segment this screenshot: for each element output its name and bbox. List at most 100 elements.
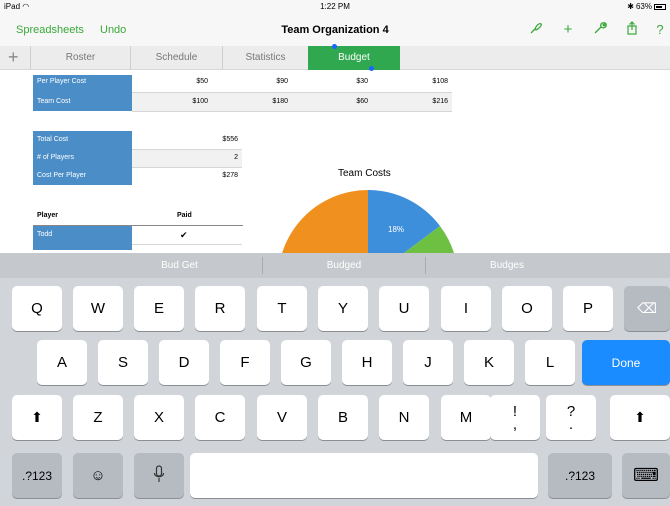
key-i[interactable]: I xyxy=(441,286,491,331)
key-l[interactable]: L xyxy=(525,340,575,385)
status-time: 1:22 PM xyxy=(320,2,350,11)
key-f[interactable]: F xyxy=(220,340,270,385)
predictive-bar: Bud Get Budged Budges xyxy=(0,253,670,278)
row-divider xyxy=(132,111,452,112)
space-key[interactable] xyxy=(190,453,538,498)
summary-value[interactable]: $278 xyxy=(132,172,242,179)
shift-key-left[interactable]: ⬆ xyxy=(12,395,62,440)
suggestion-item[interactable]: Bud Get xyxy=(97,253,262,278)
table-cell[interactable]: $30 xyxy=(292,78,372,85)
key-t[interactable]: T xyxy=(257,286,307,331)
add-sheet-icon[interactable]: + xyxy=(8,47,19,68)
key-secondary-glyph: , xyxy=(512,415,518,433)
key-secondary-glyph: . xyxy=(568,415,574,433)
keyboard-icon: ⌨ xyxy=(633,465,659,485)
table-cell[interactable]: $180 xyxy=(212,98,292,105)
summary-row-label[interactable]: Cost Per Player xyxy=(33,167,132,185)
tab-roster[interactable]: Roster xyxy=(30,46,130,70)
done-key[interactable]: Done xyxy=(582,340,670,385)
battery-icon xyxy=(654,3,666,10)
key-b[interactable]: B xyxy=(318,395,368,440)
backspace-key[interactable]: ⌫ xyxy=(624,286,670,331)
key-a[interactable]: A xyxy=(37,340,87,385)
table-cell[interactable]: $108 xyxy=(372,78,452,85)
table-cell[interactable]: $90 xyxy=(212,78,292,85)
cost-row-label[interactable]: Team Cost xyxy=(33,93,132,111)
selection-handle-start[interactable] xyxy=(332,44,337,49)
player-name-cell[interactable]: Todd xyxy=(33,226,132,250)
table-cell[interactable]: $60 xyxy=(292,98,372,105)
key-u[interactable]: U xyxy=(379,286,429,331)
wrench-icon[interactable] xyxy=(590,20,610,40)
key-k[interactable]: K xyxy=(464,340,514,385)
pie-slice-label: 18% xyxy=(388,225,404,234)
pie-slice-orange[interactable] xyxy=(278,190,368,253)
status-right: ✱ 63% xyxy=(627,2,666,11)
summary-row-label[interactable]: # of Players xyxy=(33,149,132,167)
add-icon[interactable]: + xyxy=(558,20,578,40)
emoji-key[interactable]: ☺ xyxy=(73,453,123,498)
key-h[interactable]: H xyxy=(342,340,392,385)
suggestion-item[interactable]: Budged xyxy=(263,253,425,278)
key-m[interactable]: M xyxy=(441,395,491,440)
tab-statistics[interactable]: Statistics xyxy=(222,46,308,70)
summary-value[interactable]: 2 xyxy=(132,154,242,161)
paid-checkbox[interactable]: ✔ xyxy=(180,230,188,241)
player-column-header: Player xyxy=(37,212,59,219)
key-question-period[interactable]: ? . xyxy=(546,395,596,440)
key-q[interactable]: Q xyxy=(12,286,62,331)
key-s[interactable]: S xyxy=(98,340,148,385)
hide-keyboard-key[interactable]: ⌨ xyxy=(622,453,670,498)
key-exclamation-comma[interactable]: ! , xyxy=(490,395,540,440)
key-e[interactable]: E xyxy=(134,286,184,331)
numbers-key-right[interactable]: .?123 xyxy=(548,453,612,498)
table-cell[interactable]: $216 xyxy=(372,98,452,105)
key-y[interactable]: Y xyxy=(318,286,368,331)
key-c[interactable]: C xyxy=(195,395,245,440)
key-p[interactable]: P xyxy=(563,286,613,331)
key-w[interactable]: W xyxy=(73,286,123,331)
paid-column-header: Paid xyxy=(177,212,192,219)
key-z[interactable]: Z xyxy=(73,395,123,440)
table-cell[interactable]: $100 xyxy=(132,98,212,105)
chart-title: Team Costs xyxy=(338,168,391,179)
row-divider xyxy=(132,244,242,245)
key-v[interactable]: V xyxy=(257,395,307,440)
shift-key-right[interactable]: ⬆ xyxy=(610,395,670,440)
key-j[interactable]: J xyxy=(403,340,453,385)
key-x[interactable]: X xyxy=(134,395,184,440)
sheet-tabs: + Roster Schedule Statistics Budget xyxy=(0,44,670,71)
numbers-key-left[interactable]: .?123 xyxy=(12,453,62,498)
help-icon[interactable]: ? xyxy=(650,20,670,40)
cost-row-label[interactable]: Per Player Cost xyxy=(33,75,132,95)
row-divider xyxy=(132,167,242,168)
backspace-icon: ⌫ xyxy=(637,300,657,316)
key-n[interactable]: N xyxy=(379,395,429,440)
shift-icon: ⬆ xyxy=(634,409,646,425)
toolbar: Spreadsheets Undo Team Organization 4 + … xyxy=(0,14,670,46)
status-bar: iPad ◠ 1:22 PM ✱ 63% xyxy=(0,0,670,14)
shift-icon: ⬆ xyxy=(31,409,43,425)
on-screen-keyboard: Q W E R T Y U I O P ⌫ A S D F G H J K L … xyxy=(0,278,670,506)
microphone-icon xyxy=(153,464,165,487)
format-brush-icon[interactable] xyxy=(526,20,546,40)
tab-budget[interactable]: Budget xyxy=(308,46,400,70)
key-d[interactable]: D xyxy=(159,340,209,385)
summary-row-label[interactable]: Total Cost xyxy=(33,131,132,149)
key-r[interactable]: R xyxy=(195,286,245,331)
share-icon[interactable] xyxy=(622,20,642,40)
row-divider xyxy=(132,92,452,93)
summary-value[interactable]: $556 xyxy=(132,136,242,143)
key-o[interactable]: O xyxy=(502,286,552,331)
key-g[interactable]: G xyxy=(281,340,331,385)
bluetooth-icon: ✱ xyxy=(627,2,634,11)
row-divider xyxy=(132,149,242,150)
battery-percent: 63% xyxy=(635,2,652,11)
suggestion-item[interactable]: Budges xyxy=(426,253,588,278)
tab-schedule[interactable]: Schedule xyxy=(130,46,222,70)
pie-chart[interactable]: 18% xyxy=(270,188,470,253)
table-cell[interactable]: $50 xyxy=(132,78,212,85)
budget-sheet: Per Player Cost Team Cost $50 $90 $30 $1… xyxy=(0,70,670,253)
emoji-icon: ☺ xyxy=(90,467,106,484)
dictation-key[interactable] xyxy=(134,453,184,498)
